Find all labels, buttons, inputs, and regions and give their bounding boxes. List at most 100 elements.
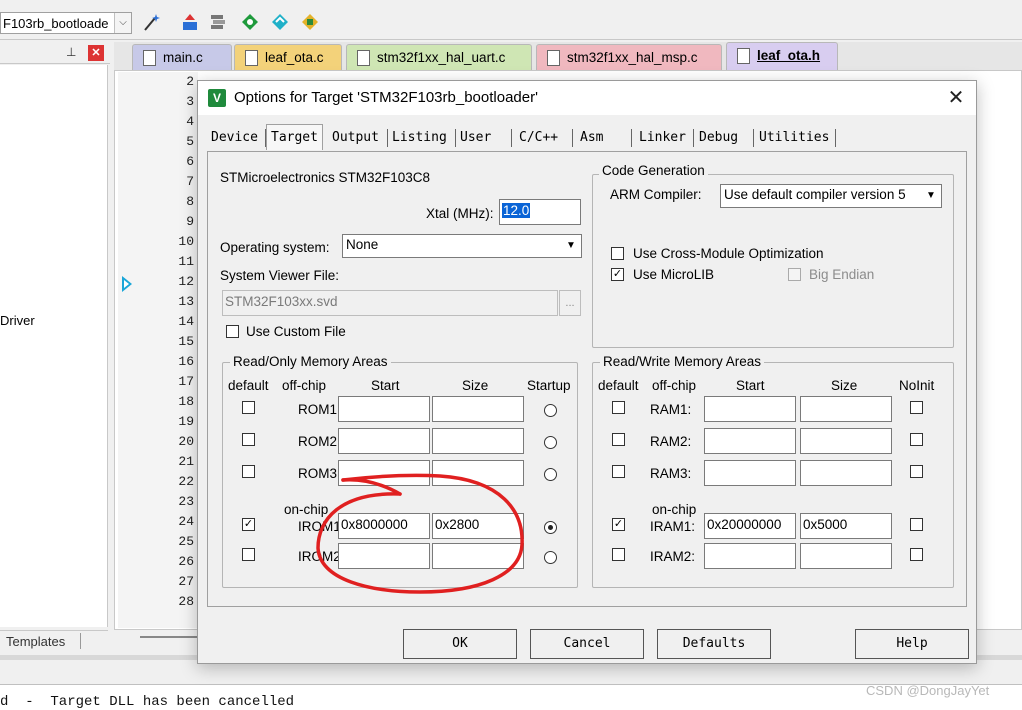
chevron-down-icon[interactable]: ▼ [562, 236, 580, 256]
horizontal-scrollbar[interactable] [140, 636, 200, 638]
noinit-checkbox[interactable] [910, 401, 923, 414]
stack-icon[interactable] [208, 12, 228, 32]
cancel-button[interactable]: Cancel [530, 629, 644, 659]
line-number: 5 [186, 134, 194, 149]
rw-default-checkbox[interactable] [612, 465, 625, 478]
noinit-checkbox[interactable] [910, 433, 923, 446]
close-icon[interactable]: ✕ [88, 45, 104, 61]
browse-button: ... [559, 290, 581, 316]
line-number: 24 [178, 514, 194, 529]
memory-start-input[interactable] [338, 543, 430, 569]
target-select[interactable]: F103rb_bootloade ⌵ [0, 12, 132, 34]
tab-utilities[interactable]: Utilities [759, 127, 829, 149]
tab-linker[interactable]: Linker [639, 127, 686, 149]
target-select-value: F103rb_bootloade [3, 16, 109, 31]
tab-label: leaf_ota.h [757, 48, 821, 63]
templates-tab[interactable]: Templates [0, 630, 108, 652]
tab-debug[interactable]: Debug [699, 127, 738, 149]
memory-start-input[interactable]: 0x20000000 [704, 513, 796, 539]
memory-size-input[interactable]: 0x5000 [800, 513, 892, 539]
document-icon [357, 50, 370, 66]
tab-leaf-ota-c[interactable]: leaf_ota.c [234, 44, 342, 70]
tab-stm32f1xx-hal-uart-c[interactable]: stm32f1xx_hal_uart.c [346, 44, 532, 70]
line-number: 10 [178, 234, 194, 249]
dialog-title: Options for Target 'STM32F103rb_bootload… [234, 89, 538, 106]
rw-default-checkbox[interactable] [612, 548, 625, 561]
memory-size-input[interactable] [432, 543, 524, 569]
startup-radio[interactable] [544, 436, 557, 449]
debug-diamond-icon[interactable] [270, 12, 290, 32]
magic-wand-icon[interactable] [142, 12, 162, 32]
compiler-select[interactable]: Use default compiler version 5 ▼ [720, 184, 942, 208]
xtal-input[interactable]: 12.0 [499, 199, 581, 225]
ro-default-checkbox[interactable] [242, 548, 255, 561]
tab-asm[interactable]: Asm [580, 127, 603, 149]
load-icon[interactable] [180, 12, 200, 32]
startup-radio[interactable] [544, 551, 557, 564]
memory-area-label: RAM2: [650, 434, 692, 449]
dialog-title-bar[interactable]: V Options for Target 'STM32F103rb_bootlo… [198, 81, 976, 115]
tab-user[interactable]: User [460, 127, 491, 149]
rw-header-noinit: NoInit [899, 378, 935, 393]
rw-default-checkbox[interactable] [612, 401, 625, 414]
rw-default-checkbox[interactable] [612, 433, 625, 446]
project-tree-item[interactable]: Driver [0, 313, 35, 328]
chevron-down-icon[interactable]: ▼ [922, 186, 940, 206]
noinit-checkbox[interactable] [910, 518, 923, 531]
memory-size-input[interactable] [800, 543, 892, 569]
use-custom-file-checkbox[interactable] [226, 325, 239, 338]
memory-start-input[interactable] [704, 543, 796, 569]
tab-output[interactable]: Output [332, 127, 379, 149]
ro-header-default: default [228, 378, 269, 393]
defaults-button[interactable]: Defaults [657, 629, 771, 659]
ro-default-checkbox[interactable] [242, 401, 255, 414]
noinit-checkbox[interactable] [910, 548, 923, 561]
rw-onchip-label: on-chip [652, 502, 697, 517]
close-icon[interactable]: ✕ [944, 87, 968, 109]
memory-start-input[interactable] [338, 396, 430, 422]
ro-header-startup: Startup [527, 378, 571, 393]
memory-size-input[interactable]: 0x2800 [432, 513, 524, 539]
memory-start-input[interactable]: 0x8000000 [338, 513, 430, 539]
tab-c-cpp[interactable]: C/C++ [519, 127, 558, 149]
memory-start-input[interactable] [704, 428, 796, 454]
ok-button[interactable]: OK [403, 629, 517, 659]
rw-default-checkbox[interactable]: ✓ [612, 518, 625, 531]
line-number: 22 [178, 474, 194, 489]
memory-size-input[interactable] [800, 460, 892, 486]
tab-listing[interactable]: Listing [392, 127, 447, 149]
microlib-checkbox[interactable]: ✓ [611, 268, 624, 281]
memory-size-input[interactable] [800, 396, 892, 422]
memory-size-input[interactable] [800, 428, 892, 454]
tab-main-c[interactable]: main.c [132, 44, 232, 70]
memory-start-input[interactable] [338, 428, 430, 454]
startup-radio[interactable] [544, 468, 557, 481]
tab-stm32f1xx-hal-msp-c[interactable]: stm32f1xx_hal_msp.c [536, 44, 722, 70]
help-button[interactable]: Help [855, 629, 969, 659]
ro-default-checkbox[interactable] [242, 465, 255, 478]
memory-start-input[interactable] [338, 460, 430, 486]
memory-size-input[interactable] [432, 396, 524, 422]
cross-module-checkbox[interactable] [611, 247, 624, 260]
ro-default-checkbox[interactable] [242, 433, 255, 446]
memory-start-input[interactable] [704, 396, 796, 422]
chevron-down-icon[interactable]: ⌵ [114, 13, 131, 33]
tab-target[interactable]: Target [266, 124, 323, 150]
memory-size-input[interactable] [432, 460, 524, 486]
diamond-icon[interactable] [240, 12, 260, 32]
memory-size-input[interactable] [432, 428, 524, 454]
options-dialog: V Options for Target 'STM32F103rb_bootlo… [197, 80, 977, 664]
pin-icon[interactable]: ⊥ [66, 45, 76, 59]
target-tab-panel: STMicroelectronics STM32F103C8 Xtal (MHz… [207, 151, 967, 607]
line-number: 27 [178, 574, 194, 589]
memory-start-input[interactable] [704, 460, 796, 486]
tab-device[interactable]: Device [211, 127, 258, 149]
components-icon[interactable] [300, 12, 320, 32]
noinit-checkbox[interactable] [910, 465, 923, 478]
line-number: 16 [178, 354, 194, 369]
tab-leaf-ota-h[interactable]: leaf_ota.h [726, 42, 838, 70]
startup-radio[interactable] [544, 521, 557, 534]
startup-radio[interactable] [544, 404, 557, 417]
ro-default-checkbox[interactable]: ✓ [242, 518, 255, 531]
os-select[interactable]: None ▼ [342, 234, 582, 258]
